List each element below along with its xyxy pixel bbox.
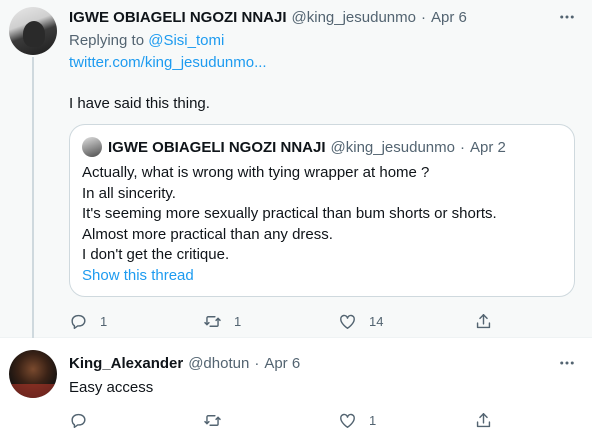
- quoted-handle: @king_jesudunmo: [330, 138, 455, 156]
- retweet-button[interactable]: [203, 409, 234, 431]
- display-name[interactable]: King_Alexander: [69, 355, 183, 372]
- more-icon[interactable]: [556, 7, 578, 27]
- share-button[interactable]: [474, 310, 493, 332]
- like-count: 1: [369, 412, 377, 428]
- separator-dot: ·: [254, 354, 260, 372]
- thread-connector-line: [32, 57, 34, 347]
- replying-to-handle[interactable]: @Sisi_tomi: [148, 32, 224, 49]
- user-handle[interactable]: @king_jesudunmo: [292, 9, 416, 26]
- tweet-date[interactable]: Apr 6: [431, 9, 467, 26]
- tweet-actions: 1 1 14: [69, 310, 509, 332]
- tweet-header: IGWE OBIAGELI NGOZI NNAJI @king_jesudunm…: [69, 7, 467, 27]
- display-name[interactable]: IGWE OBIAGELI NGOZI NNAJI: [69, 9, 287, 26]
- heart-icon: [340, 413, 355, 428]
- reply-button[interactable]: [69, 409, 100, 431]
- reply-icon: [71, 413, 86, 428]
- quoted-line: It's seeming more sexually practical tha…: [82, 205, 497, 222]
- quoted-avatar: [82, 137, 102, 157]
- tweet-text: I have said this thing.: [69, 95, 210, 112]
- quoted-line: Almost more practical than any dress.: [82, 225, 333, 243]
- retweet-icon: [204, 315, 221, 327]
- tweet-text: Easy access: [69, 379, 154, 396]
- quoted-tweet[interactable]: IGWE OBIAGELI NGOZI NNAJI @king_jesudunm…: [69, 124, 575, 297]
- avatar[interactable]: [9, 350, 57, 398]
- heart-icon: [340, 314, 355, 329]
- quoted-line: In all sincerity.: [82, 184, 176, 202]
- reply-button[interactable]: 1: [69, 310, 107, 332]
- like-button[interactable]: 1: [338, 409, 376, 431]
- tweet-link[interactable]: twitter.com/king_jesudunmo...: [69, 54, 267, 71]
- tweet-header: King_Alexander @dhotun · Apr 6: [69, 353, 300, 373]
- like-button[interactable]: 14: [338, 310, 383, 332]
- quoted-line: I don't get the critique.: [82, 246, 230, 263]
- replying-to-label: Replying to: [69, 32, 145, 49]
- quoted-display-name: IGWE OBIAGELI NGOZI NNAJI: [108, 138, 326, 156]
- user-handle[interactable]: @dhotun: [188, 355, 249, 372]
- quoted-text: Actually, what is wrong with tying wrapp…: [82, 163, 497, 266]
- reply-count: 1: [100, 313, 108, 329]
- quoted-header: IGWE OBIAGELI NGOZI NNAJI @king_jesudunm…: [108, 137, 506, 157]
- share-icon: [476, 412, 491, 427]
- separator-dot: ·: [420, 8, 426, 26]
- retweet-button[interactable]: 1: [203, 310, 241, 332]
- more-icon[interactable]: [556, 353, 578, 373]
- avatar[interactable]: [9, 7, 57, 55]
- replying-to: Replying to @Sisi_tomi: [69, 32, 224, 49]
- separator-dot: ·: [459, 138, 465, 156]
- quoted-line: Actually, what is wrong with tying wrapp…: [82, 164, 430, 181]
- share-icon: [476, 313, 491, 328]
- retweet-icon: [204, 414, 221, 426]
- like-count: 14: [369, 313, 384, 329]
- share-button[interactable]: [474, 409, 493, 431]
- show-thread-link[interactable]: Show this thread: [82, 267, 194, 284]
- quoted-date: Apr 2: [469, 138, 506, 156]
- tweet-actions: 1: [69, 409, 509, 431]
- reply-icon: [71, 314, 86, 329]
- tweet-date[interactable]: Apr 6: [264, 355, 300, 372]
- retweet-count: 1: [234, 313, 242, 329]
